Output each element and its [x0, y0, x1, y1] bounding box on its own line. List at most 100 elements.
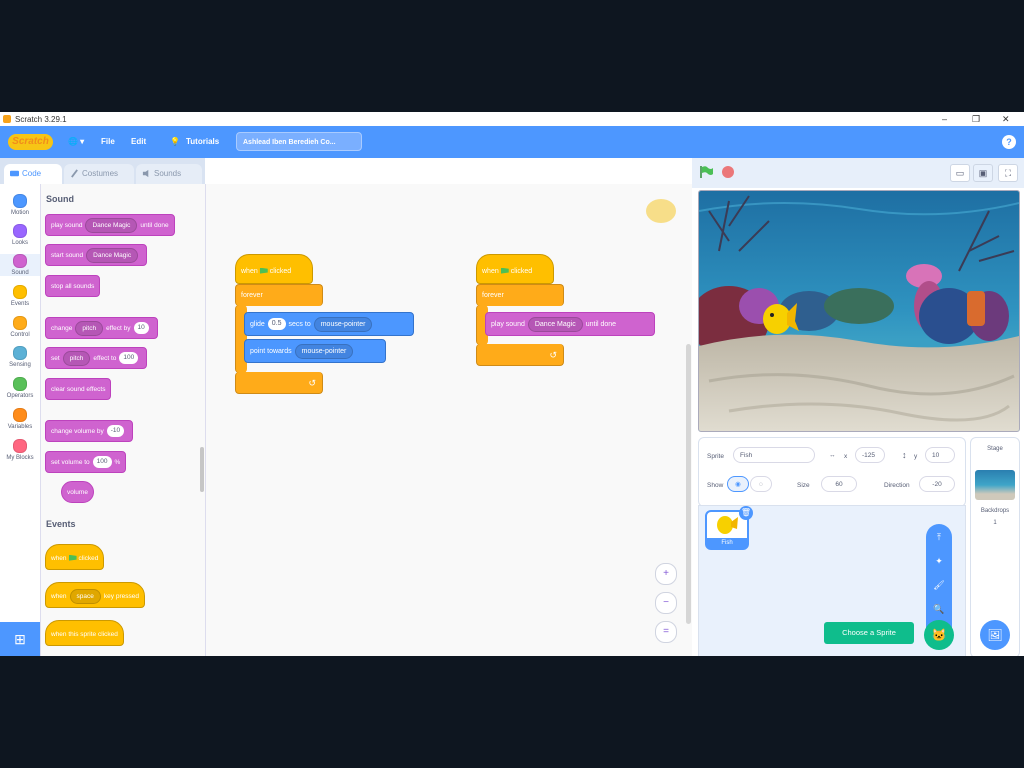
underwater-backdrop [699, 191, 1019, 431]
block-text: set [51, 355, 60, 362]
control-dot [13, 316, 27, 330]
block-change-effect[interactable]: change pitch effect by 10 [45, 317, 158, 339]
my-blocks-dot [13, 439, 27, 453]
hide-button[interactable]: ◌ [750, 476, 772, 492]
category-label: Motion [10, 210, 29, 216]
block-set-effect[interactable]: set pitch effect to 100 [45, 347, 148, 369]
sound-dropdown[interactable]: Dance Magic [86, 247, 139, 263]
category-motion[interactable]: Motion [0, 194, 40, 216]
choose-backdrop-button[interactable]: 🖼 [980, 620, 1010, 650]
block-when-sprite-clicked[interactable]: when this sprite clicked [45, 620, 124, 646]
sprite-thumb-fish[interactable]: Fish 🗑 [705, 506, 753, 550]
motion-dot [13, 194, 27, 208]
target-dropdown[interactable]: mouse-pointer [294, 343, 354, 359]
category-operators[interactable]: Operators [0, 377, 40, 399]
window-title: Scratch 3.29.1 [15, 114, 67, 124]
direction-input[interactable]: -20 [919, 476, 955, 492]
block-set-volume[interactable]: set volume to 100% [45, 451, 127, 473]
block-change-volume[interactable]: change volume by -10 [45, 420, 134, 442]
stop-button[interactable] [722, 166, 734, 178]
search-icon[interactable]: 🔍 [926, 604, 952, 615]
sound-dropdown[interactable]: Dance Magic [527, 316, 583, 332]
help-icon[interactable]: ? [1002, 135, 1016, 149]
surprise-icon[interactable]: ✦ [926, 556, 952, 567]
menu-bar: Scratch 🌐 ▾ File Edit 💡 Tutorials Ashlea… [0, 126, 1024, 158]
category-sensing[interactable]: Sensing [0, 346, 40, 368]
zoom-reset-button[interactable]: = [655, 621, 677, 643]
target-dropdown[interactable]: mouse-pointer [313, 316, 373, 332]
tab-sounds-label: Sounds [154, 169, 182, 178]
category-looks[interactable]: Looks [0, 224, 40, 246]
y-input[interactable]: 10 [925, 447, 955, 463]
maximize-button[interactable]: ❐ [972, 112, 980, 126]
events-dot [13, 285, 27, 299]
script1-when-flag-clicked[interactable]: when clicked [235, 254, 313, 284]
category-variables[interactable]: Variables [0, 408, 40, 430]
script2-play-sound-block[interactable]: play sound Dance Magic until done [485, 312, 655, 336]
category-sound[interactable]: Sound [0, 254, 40, 276]
workspace-scrollbar[interactable] [686, 344, 691, 624]
show-visible-button[interactable]: ◉ [727, 476, 749, 492]
block-play-sound-until-done[interactable]: play sound Dance Magic until done [45, 214, 175, 236]
script1-point-towards-block[interactable]: point towards mouse-pointer [244, 339, 386, 363]
block-stop-all-sounds[interactable]: stop all sounds [45, 275, 101, 297]
block-text: glide [250, 321, 265, 328]
value-input[interactable]: 100 [92, 456, 112, 469]
close-button[interactable]: ✕ [1002, 112, 1010, 126]
category-events[interactable]: Events [0, 285, 40, 307]
file-menu[interactable]: File [101, 137, 115, 146]
script2-forever[interactable]: forever [476, 284, 564, 306]
palette-scrollbar[interactable] [200, 447, 204, 492]
choose-sprite-button[interactable]: 🐱 [924, 620, 954, 650]
tab-code[interactable]: Code [4, 164, 62, 184]
scratch-window: Scratch 3.29.1 – ❐ ✕ Scratch 🌐 ▾ File Ed… [0, 112, 1024, 656]
brush-icon [71, 169, 78, 178]
script2-when-flag-clicked[interactable]: when clicked [476, 254, 554, 284]
x-input[interactable]: -125 [855, 447, 885, 463]
value-input[interactable]: 10 [133, 322, 149, 335]
category-control[interactable]: Control [0, 316, 40, 338]
tab-code-label: Code [22, 169, 42, 178]
tab-sounds[interactable]: Sounds [136, 164, 202, 184]
category-my-blocks[interactable]: My Blocks [0, 439, 40, 461]
script1-forever[interactable]: forever [235, 284, 323, 306]
scratch-logo[interactable]: Scratch [8, 134, 53, 150]
large-stage-button[interactable]: ▣ [973, 164, 993, 182]
block-start-sound[interactable]: start sound Dance Magic [45, 244, 148, 266]
upload-icon[interactable]: ⤒ [926, 532, 952, 543]
block-when-flag-clicked[interactable]: when clicked [45, 544, 105, 570]
minimize-button[interactable]: – [942, 112, 947, 126]
key-dropdown[interactable]: space [69, 588, 101, 604]
delete-sprite-button[interactable]: 🗑 [739, 506, 753, 520]
small-stage-button[interactable]: ▭ [950, 164, 970, 182]
script1-glide-block[interactable]: glide 0.5 secs to mouse-pointer [244, 312, 414, 336]
effect-dropdown[interactable]: pitch [75, 320, 104, 336]
zoom-in-button[interactable]: + [655, 563, 677, 585]
zoom-out-button[interactable]: − [655, 592, 677, 614]
edit-menu[interactable]: Edit [131, 137, 146, 146]
language-menu[interactable]: 🌐 ▾ [68, 137, 84, 146]
code-workspace[interactable]: when clicked forever ↺ glide 0.5 secs to mou… [206, 184, 692, 656]
looks-dot [13, 224, 27, 238]
paint-icon[interactable]: 🖌 [926, 580, 952, 591]
block-clear-sound-effects[interactable]: clear sound effects [45, 378, 112, 400]
sprite-name-input[interactable]: Fish [733, 447, 815, 463]
sound-dropdown[interactable]: Dance Magic [85, 217, 138, 233]
block-volume-reporter[interactable]: volume [61, 481, 94, 503]
effect-dropdown[interactable]: pitch [62, 350, 91, 366]
speaker-icon [142, 169, 149, 178]
size-input[interactable]: 60 [821, 476, 857, 492]
value-input[interactable]: 100 [119, 352, 139, 365]
x-label: x [844, 453, 848, 460]
block-text: when [482, 268, 499, 275]
tutorials-menu[interactable]: Tutorials [186, 137, 219, 146]
block-when-key-pressed[interactable]: when space key pressed [45, 582, 145, 608]
value-input[interactable]: -10 [106, 425, 125, 438]
stage-canvas[interactable] [698, 190, 1020, 432]
project-title-input[interactable]: Ashlead Iben Beredieh Co... [236, 132, 362, 151]
value-input[interactable]: 0.5 [267, 318, 286, 331]
add-extension-button[interactable]: ⊞ [0, 622, 40, 656]
fullscreen-button[interactable]: ⛶ [998, 164, 1018, 182]
tab-costumes[interactable]: Costumes [64, 164, 134, 184]
green-flag-button[interactable] [700, 166, 714, 178]
